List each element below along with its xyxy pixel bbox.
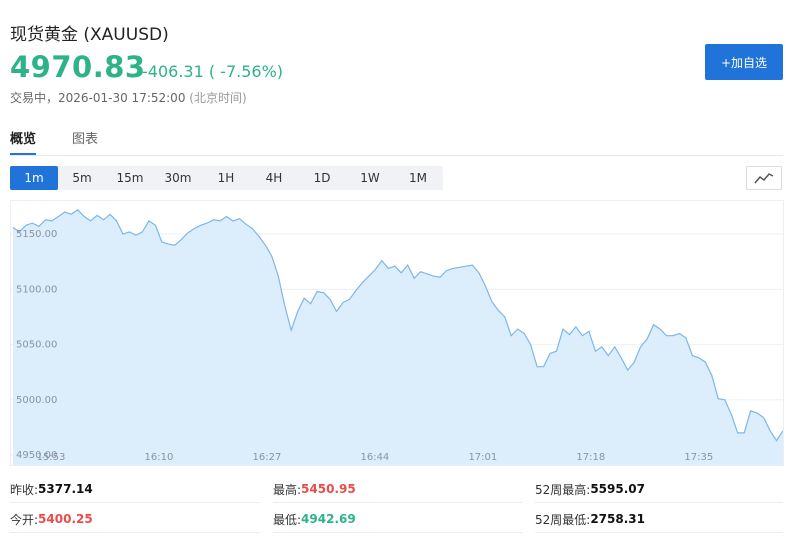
x-tick-label: 17:35 (684, 452, 713, 463)
x-tick-label: 16:10 (145, 452, 174, 463)
stat-value: 5450.95 (301, 482, 356, 496)
period-1w[interactable]: 1W (346, 166, 394, 190)
stat-label: 最低: (273, 512, 302, 527)
stat-prev-close: 昨收: 5377.14 (10, 476, 260, 503)
trading-status: 交易中，2026-01-30 17:52:00 (北京时间) (10, 89, 247, 106)
stat-label: 最高: (273, 482, 302, 497)
add-watchlist-button[interactable]: +加自选 (705, 44, 783, 80)
tab-chart[interactable]: 图表 (72, 128, 98, 155)
period-1h[interactable]: 1H (202, 166, 250, 190)
period-30m[interactable]: 30m (154, 166, 202, 190)
period-1m[interactable]: 1m (10, 166, 58, 190)
y-tick-label: 5150.00 (16, 229, 57, 240)
price-chart-svg: 5150.005100.005050.005000.004950.0015:53… (11, 209, 783, 465)
period-4h[interactable]: 4H (250, 166, 298, 190)
period-selector: 1m 5m 15m 30m 1H 4H 1D 1W 1M (10, 166, 443, 190)
chart-type-toggle[interactable] (746, 166, 782, 190)
price-change: -406.31 ( -7.56%) (142, 62, 284, 81)
x-tick-label: 16:27 (253, 452, 282, 463)
stat-value: 4942.69 (301, 512, 356, 526)
y-tick-label: 5100.00 (16, 284, 57, 295)
stat-low: 最低: 4942.69 (273, 506, 523, 533)
y-tick-label: 5000.00 (16, 395, 57, 406)
stat-open: 今开: 5400.25 (10, 506, 260, 533)
tab-bar: 概览 图表 (10, 128, 783, 156)
price-area (13, 209, 783, 465)
period-5m[interactable]: 5m (58, 166, 106, 190)
line-chart-icon (754, 173, 774, 184)
x-tick-label: 15:53 (37, 452, 66, 463)
x-tick-label: 17:18 (576, 452, 605, 463)
x-tick-label: 17:01 (468, 452, 497, 463)
stat-value: 5377.14 (38, 482, 93, 496)
price-chart[interactable]: 5150.00 5100.00 5050.00 5000.00 4950.00 15:53… (10, 200, 784, 466)
stat-label: 今开: (10, 512, 39, 527)
stat-label: 52周最低: (535, 512, 591, 527)
period-1d[interactable]: 1D (298, 166, 346, 190)
period-15m[interactable]: 15m (106, 166, 154, 190)
stat-label: 昨收: (10, 482, 39, 497)
stat-value: 5400.25 (38, 512, 93, 526)
last-price: 4970.83 (10, 50, 146, 84)
stat-52w-high: 52周最高: 5595.07 (535, 476, 783, 503)
stat-high: 最高: 5450.95 (273, 476, 523, 503)
stat-label: 52周最高: (535, 482, 591, 497)
stat-value: 2758.31 (590, 512, 645, 526)
timezone-label: (北京时间) (189, 91, 247, 105)
x-tick-label: 16:44 (360, 452, 389, 463)
tab-overview[interactable]: 概览 (10, 128, 37, 155)
period-1mo[interactable]: 1M (394, 166, 442, 190)
stat-52w-low: 52周最低: 2758.31 (535, 506, 783, 533)
instrument-title: 现货黄金 (XAUUSD) (10, 25, 169, 45)
status-text: 交易中，2026-01-30 17:52:00 (10, 91, 186, 105)
y-tick-label: 5050.00 (16, 340, 57, 351)
stat-value: 5595.07 (590, 482, 645, 496)
